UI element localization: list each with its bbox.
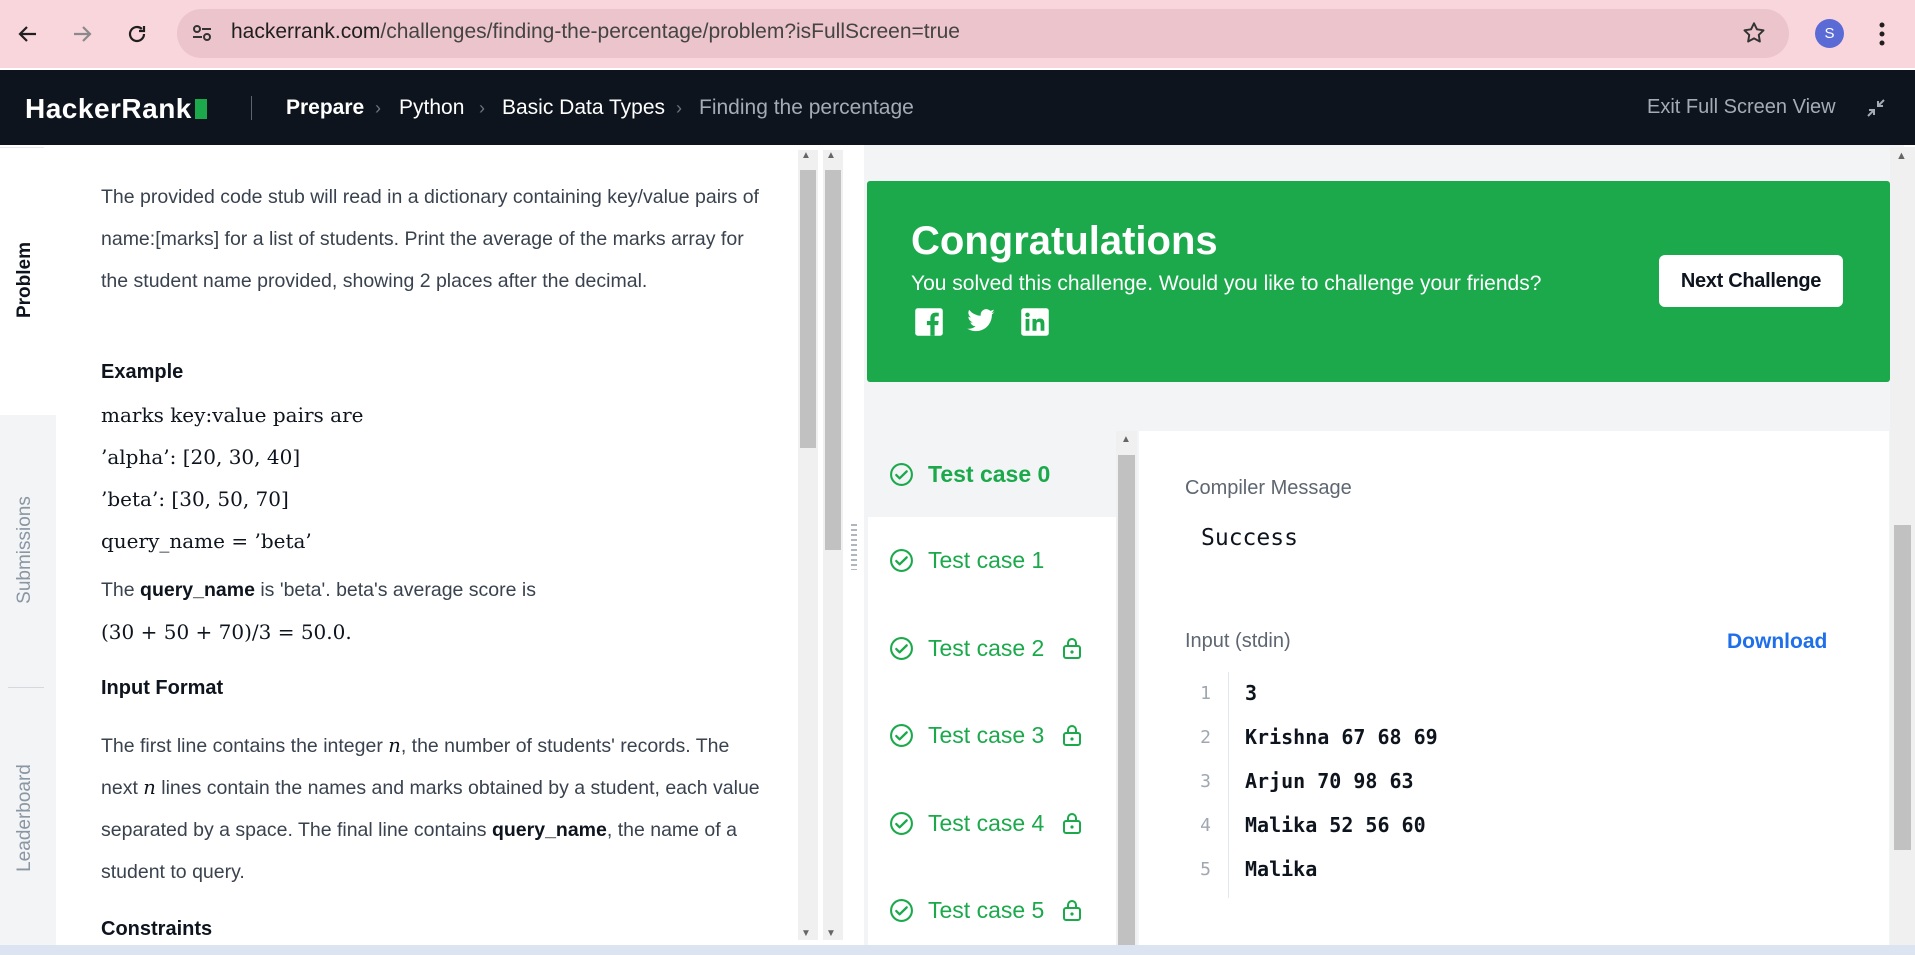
line-number: 3 [1200, 771, 1211, 792]
line-number: 2 [1200, 727, 1211, 748]
stdin-line: Arjun 70 98 63 [1245, 769, 1414, 793]
url-text: hackerrank.com/challenges/finding-the-pe… [231, 20, 960, 43]
tab-divider [8, 687, 44, 688]
example-explanation: The query_name is 'beta'. beta's average… [101, 579, 536, 601]
testcase-scroll-thumb[interactable] [1118, 455, 1135, 955]
test-case-item[interactable]: Test case 1 [868, 517, 1116, 603]
split-scroll-thumb[interactable] [825, 170, 841, 550]
check-circle-icon [890, 636, 913, 660]
facebook-icon[interactable] [914, 307, 944, 342]
test-case-item[interactable]: Test case 4 [868, 780, 1116, 866]
congrats-subtitle: You solved this challenge. Would you lik… [911, 272, 1542, 295]
kebab-menu-icon[interactable] [1876, 20, 1888, 53]
check-circle-icon [890, 462, 913, 486]
compiler-message-value: Success [1201, 525, 1298, 551]
tab-divider [0, 147, 44, 148]
stdin-line: Malika [1245, 857, 1318, 881]
splitter-handle[interactable] [851, 524, 857, 570]
reload-icon[interactable] [121, 18, 153, 50]
twitter-icon[interactable] [966, 308, 996, 341]
line-number: 5 [1200, 859, 1211, 880]
line-number: 1 [1200, 683, 1211, 704]
scroll-up-icon[interactable]: ▲ [1896, 150, 1907, 162]
stdin-line: 3 [1245, 681, 1258, 705]
example-line: ’beta’: [30, 50, 70] [101, 487, 289, 511]
test-case-label: Test case 1 [928, 546, 1045, 573]
hackerrank-logo[interactable]: HackerRank [25, 93, 207, 125]
back-icon[interactable] [12, 18, 44, 50]
bottom-edge [0, 945, 1915, 955]
scroll-down-icon[interactable]: ▼ [826, 928, 836, 939]
exit-fullscreen-link[interactable]: Exit Full Screen View [1647, 96, 1836, 119]
test-case-label: Test case 5 [928, 896, 1045, 923]
chevron-right-icon: › [479, 98, 485, 118]
page-scroll-thumb[interactable] [1894, 525, 1911, 850]
check-circle-icon [890, 811, 913, 835]
site-settings-icon[interactable] [190, 21, 214, 50]
download-link[interactable]: Download [1727, 630, 1827, 654]
example-line: ’alpha’: [20, 30, 40] [101, 445, 301, 469]
example-heading: Example [101, 361, 184, 383]
forward-icon[interactable] [66, 18, 98, 50]
test-case-label: Test case 4 [928, 809, 1045, 836]
lock-icon [1063, 813, 1082, 834]
breadcrumb-python[interactable]: Python [399, 96, 464, 120]
check-circle-icon [890, 723, 913, 747]
code-gutter-divider [1228, 672, 1229, 898]
test-case-label: Test case 0 [928, 460, 1051, 487]
tab-submissions[interactable]: Submissions [0, 490, 50, 610]
check-circle-icon [890, 898, 913, 922]
test-case-item[interactable]: Test case 2 [868, 605, 1116, 691]
tab-leaderboard[interactable]: Leaderboard [0, 758, 50, 878]
scroll-up-icon[interactable]: ▲ [1121, 434, 1131, 445]
breadcrumb-basic-data-types[interactable]: Basic Data Types [502, 96, 665, 120]
check-circle-icon [890, 548, 913, 572]
stdin-label: Input (stdin) [1185, 630, 1291, 652]
chevron-right-icon: › [676, 98, 682, 118]
chevron-right-icon: › [375, 98, 381, 118]
next-challenge-button[interactable]: Next Challenge [1659, 255, 1843, 307]
bookmark-star-icon[interactable] [1741, 20, 1767, 51]
profile-avatar[interactable]: S [1815, 19, 1844, 48]
stdin-line: Malika 52 56 60 [1245, 813, 1426, 837]
minimize-icon[interactable] [1864, 96, 1888, 125]
input-format-text: The first line contains the integer n, t… [101, 734, 760, 883]
lock-icon [1063, 900, 1082, 921]
lock-icon [1063, 725, 1082, 746]
breadcrumb-prepare[interactable]: Prepare [286, 96, 364, 120]
breadcrumb-current: Finding the percentage [699, 96, 914, 119]
test-case-label: Test case 2 [928, 634, 1045, 661]
lock-icon [1063, 638, 1082, 659]
scroll-up-icon[interactable]: ▲ [826, 150, 836, 161]
test-case-label: Test case 3 [928, 721, 1045, 748]
example-line: marks key:value pairs are [101, 403, 364, 427]
compiler-message-label: Compiler Message [1185, 477, 1352, 499]
problem-scroll-thumb[interactable] [800, 170, 816, 448]
input-format-heading: Input Format [101, 677, 224, 699]
constraints-heading: Constraints [101, 918, 213, 940]
example-line: query_name = ’beta’ [101, 529, 312, 553]
congrats-title: Congratulations [911, 219, 1218, 263]
example-formula: (30 + 50 + 70)/3 = 50.0. [101, 620, 352, 644]
test-case-item[interactable]: Test case 3 [868, 692, 1116, 778]
line-number: 4 [1200, 815, 1211, 836]
tab-problem[interactable]: Problem [0, 235, 50, 325]
test-case-item[interactable]: Test case 0 [868, 431, 1116, 517]
stdin-line: Krishna 67 68 69 [1245, 725, 1438, 749]
linkedin-icon[interactable] [1020, 307, 1050, 342]
scroll-up-icon[interactable]: ▲ [801, 150, 811, 161]
scroll-down-icon[interactable]: ▼ [801, 928, 811, 939]
test-case-item[interactable]: Test case 5 [868, 867, 1116, 953]
problem-intro: The provided code stub will read in a di… [101, 186, 759, 292]
header-divider [251, 96, 252, 120]
